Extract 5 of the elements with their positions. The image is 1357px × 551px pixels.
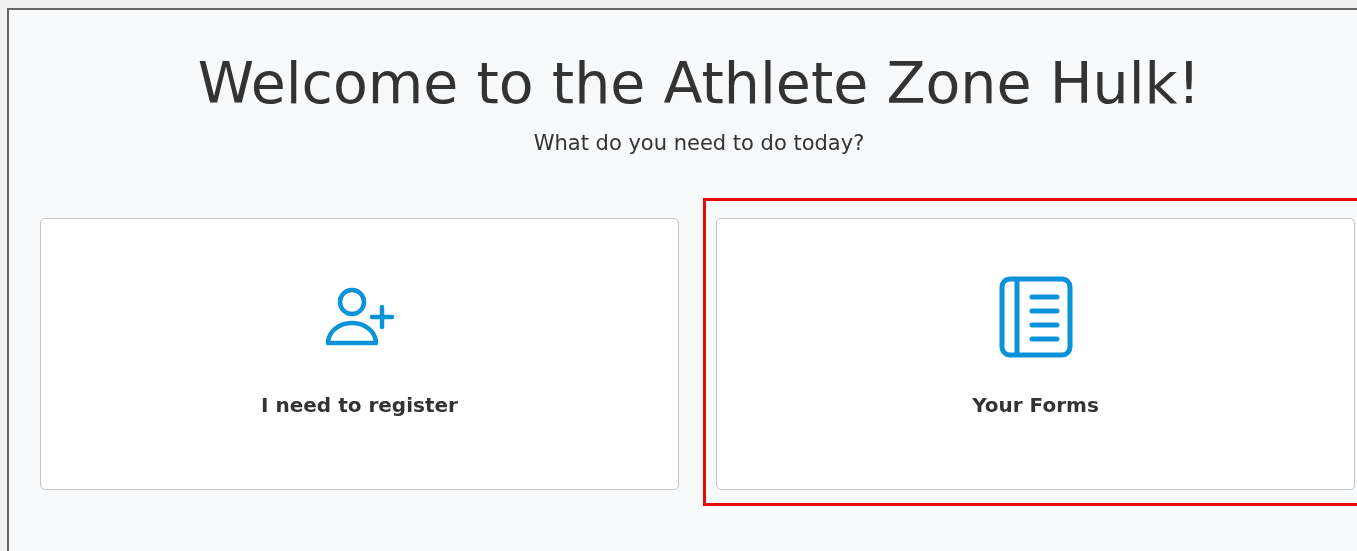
document-icon [998, 275, 1073, 359]
option-card[interactable]: I need to register [40, 218, 679, 490]
welcome-heading: Welcome to the Athlete Zone Hulk! [196, 49, 1202, 118]
subtitle: What do you need to do today? [532, 130, 866, 157]
option-card[interactable]: Your Forms [716, 218, 1355, 490]
